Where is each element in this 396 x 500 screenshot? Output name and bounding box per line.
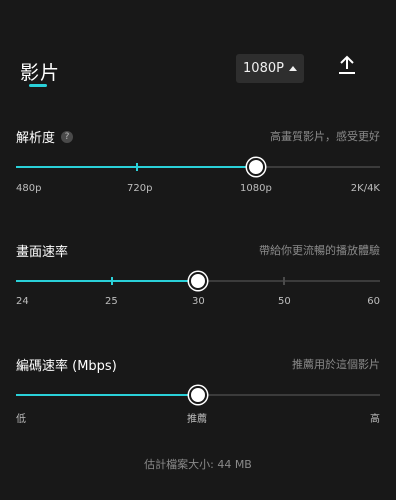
- framerate-slider-thumb[interactable]: [189, 272, 207, 290]
- upload-icon[interactable]: [336, 54, 358, 76]
- bitrate-label-recommended: 推薦: [187, 414, 207, 425]
- resolution-tick-720p: [136, 163, 139, 171]
- framerate-title-label: 畫面速率: [16, 245, 69, 260]
- bitrate-slider-fill: [16, 394, 198, 396]
- bitrate-label-high: 高: [370, 414, 380, 425]
- framerate-label-30: 30: [192, 296, 205, 307]
- tab-active-indicator: [29, 84, 47, 87]
- framerate-label-50: 50: [278, 296, 291, 307]
- resolution-label-480p: 480p: [16, 183, 42, 194]
- framerate-label-60: 60: [367, 296, 380, 307]
- framerate-tick-50: [282, 277, 285, 285]
- tab-video[interactable]: 影片: [20, 58, 60, 85]
- resolution-title-label: 解析度: [16, 131, 56, 146]
- bitrate-slider[interactable]: [16, 386, 380, 404]
- framerate-slider[interactable]: [16, 272, 380, 290]
- bitrate-slider-thumb[interactable]: [189, 386, 207, 404]
- framerate-hint: 帶給你更流暢的播放體驗: [259, 244, 380, 257]
- bitrate-title: 編碼速率 (Mbps): [16, 355, 117, 374]
- estimated-file-size: 估計檔案大小: 44 MB: [144, 458, 252, 471]
- resolution-select-label: 1080P: [243, 61, 284, 76]
- resolution-label-720p: 720p: [127, 183, 153, 194]
- resolution-label-2k4k: 2K/4K: [350, 183, 380, 194]
- resolution-hint: 高畫質影片，感受更好: [270, 130, 380, 143]
- framerate-slider-fill: [16, 280, 198, 282]
- caret-up-icon: [288, 66, 297, 71]
- resolution-slider[interactable]: [16, 158, 380, 176]
- question-circle-icon[interactable]: ?: [61, 130, 74, 143]
- bitrate-label-low: 低: [16, 414, 26, 425]
- framerate-label-25: 25: [105, 296, 118, 307]
- resolution-slider-thumb[interactable]: [247, 158, 266, 176]
- resolution-label-1080p: 1080p: [240, 183, 272, 194]
- resolution-select-button[interactable]: 1080P: [236, 54, 304, 83]
- framerate-tick-25: [111, 277, 114, 285]
- framerate-title: 畫面速率: [16, 241, 68, 260]
- bitrate-hint: 推薦用於這個影片: [292, 358, 380, 371]
- bitrate-title-label: 編碼速率 (Mbps): [16, 359, 117, 374]
- framerate-label-24: 24: [16, 296, 29, 307]
- resolution-title: 解析度 ?: [16, 127, 74, 146]
